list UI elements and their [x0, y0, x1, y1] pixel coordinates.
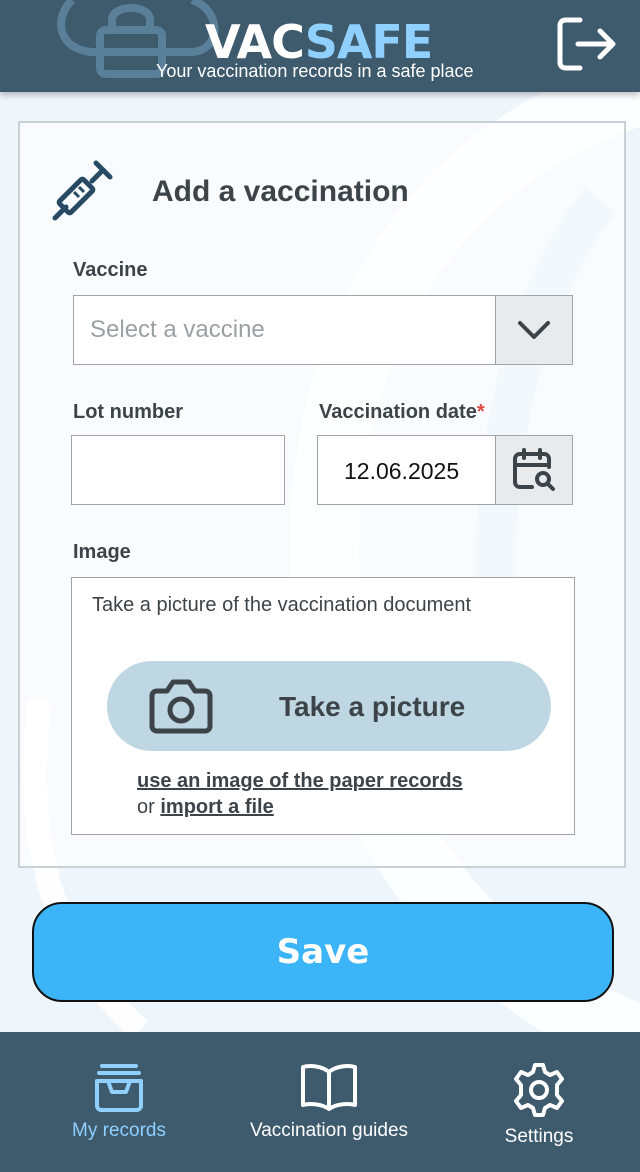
- image-label: Image: [73, 541, 131, 563]
- vaccine-select-placeholder: Select a vaccine: [90, 316, 265, 343]
- save-button[interactable]: Save: [32, 902, 614, 1002]
- vaccination-date-value: 12.06.2025: [344, 458, 460, 484]
- vaccine-label: Vaccine: [73, 259, 148, 281]
- paper-records-line: use an image of the paper records: [137, 770, 463, 793]
- paper-records-link[interactable]: use an image of the paper records: [137, 770, 463, 792]
- nav-label-my-records: My records: [72, 1120, 166, 1141]
- nav-item-my-records[interactable]: My records: [40, 1032, 198, 1172]
- import-line: or import a file: [137, 796, 274, 819]
- vaccination-date-label-text: Vaccination date: [319, 401, 477, 423]
- book-icon: [301, 1064, 357, 1111]
- add-vaccination-card: Add a vaccination Vaccine Select a vacci…: [18, 121, 626, 868]
- image-upload-area: Take a picture of the vaccination docume…: [71, 577, 575, 835]
- camera-icon: [149, 679, 213, 734]
- vaccine-dropdown-toggle[interactable]: [495, 296, 572, 364]
- logout-button[interactable]: [556, 16, 618, 72]
- logout-icon: [557, 17, 616, 71]
- image-hint: Take a picture of the vaccination docume…: [92, 594, 472, 616]
- vaccination-date-field[interactable]: 12.06.2025: [317, 435, 573, 505]
- syringe-icon: [52, 160, 113, 221]
- take-picture-label: Take a picture: [279, 691, 466, 722]
- nav-item-vaccination-guides[interactable]: Vaccination guides: [238, 1032, 420, 1172]
- nav-label-settings: Settings: [504, 1126, 574, 1147]
- gear-icon: [514, 1063, 564, 1117]
- vaccine-select[interactable]: Select a vaccine: [73, 295, 573, 365]
- form-title: Add a vaccination: [152, 175, 409, 208]
- calendar-search-icon: [513, 448, 555, 491]
- app-header: VACSAFE Your vaccination records in a sa…: [0, 0, 640, 92]
- or-text: or: [137, 796, 155, 818]
- vaccination-date-label: Vaccination date*: [319, 401, 485, 424]
- nav-label-vaccination-guides: Vaccination guides: [249, 1120, 409, 1141]
- take-picture-button[interactable]: Take a picture: [107, 661, 551, 751]
- lot-number-input[interactable]: [71, 435, 285, 505]
- records-tray-icon: [95, 1064, 143, 1112]
- lot-number-label: Lot number: [73, 401, 183, 423]
- bottom-navigation: My records Vaccination guides Settings: [0, 1032, 640, 1172]
- required-marker: *: [476, 401, 485, 423]
- date-picker-button[interactable]: [495, 436, 572, 504]
- chevron-down-icon: [518, 321, 550, 339]
- nav-item-settings[interactable]: Settings: [488, 1032, 590, 1172]
- import-file-link[interactable]: import a file: [160, 796, 273, 818]
- tagline: Your vaccination records in a safe place: [156, 61, 474, 81]
